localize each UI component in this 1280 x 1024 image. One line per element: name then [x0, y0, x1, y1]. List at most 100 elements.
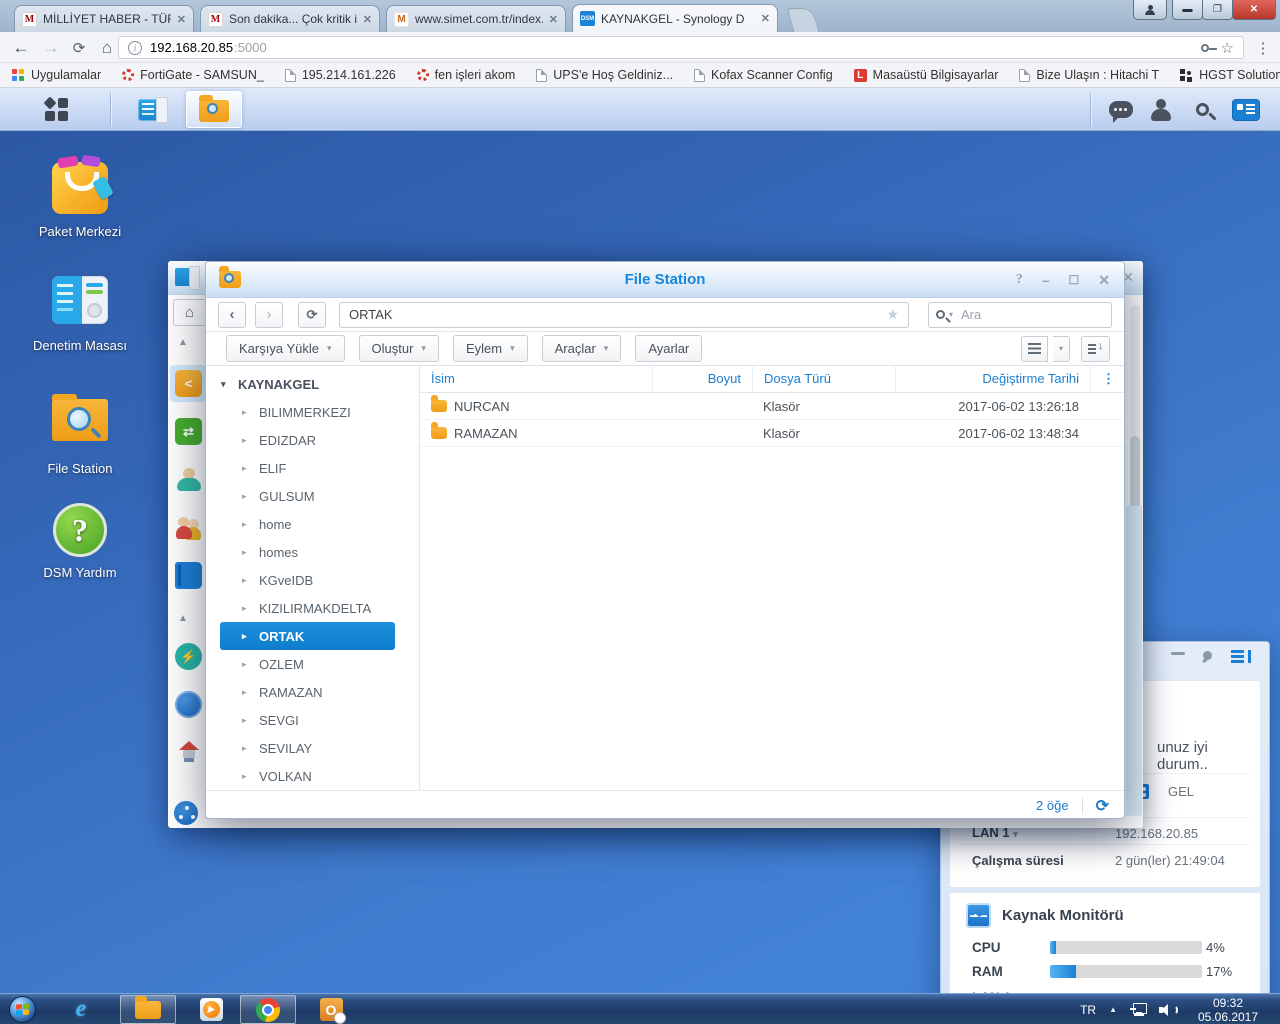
expand-arrow-icon[interactable]: ▸	[242, 491, 250, 502]
dsm-main-menu-button[interactable]	[16, 91, 96, 128]
taskbar-chrome-button[interactable]	[240, 995, 296, 1024]
section-collapse-icon[interactable]: ▲	[178, 613, 188, 624]
page-info-icon[interactable]: i	[128, 41, 142, 55]
taskbar-outlook-button[interactable]: O	[306, 995, 356, 1024]
tree-item[interactable]: ▸OZLEM	[206, 650, 419, 678]
language-indicator[interactable]: TR	[1080, 1003, 1096, 1017]
refresh-button[interactable]: ⟳	[298, 302, 326, 328]
tree-item[interactable]: ▸homes	[206, 538, 419, 566]
column-header-size[interactable]: Boyut	[652, 366, 752, 392]
tree-item[interactable]: ▸KGveIDB	[206, 566, 419, 594]
user-group-icon[interactable]	[175, 514, 202, 541]
control-panel-home-button[interactable]: ⌂	[173, 299, 205, 326]
expand-arrow-icon[interactable]: ▸	[242, 631, 250, 642]
bookmark-item[interactable]: FortiGate - SAMSUN_	[122, 68, 264, 82]
widget-pin-icon[interactable]	[1201, 649, 1217, 665]
column-header-type[interactable]: Dosya Türü	[752, 366, 895, 392]
browser-tab-1[interactable]: M MİLLİYET HABER - TÜRKİ ✕	[14, 5, 194, 32]
column-options-icon[interactable]: ⋮	[1090, 366, 1124, 392]
column-header-modified[interactable]: Değiştirme Tarihi	[895, 366, 1090, 392]
create-button[interactable]: Oluştur▾	[359, 335, 439, 362]
action-button[interactable]: Eylem▾	[453, 335, 528, 362]
browser-tab-4-active[interactable]: DSM KAYNAKGEL - Synology D ✕	[572, 4, 778, 32]
view-mode-caret[interactable]: ▾	[1053, 336, 1070, 362]
desktop-icon-denetim-masasi[interactable]: Denetim Masası	[32, 271, 128, 354]
maximize-icon[interactable]: ☐	[1069, 273, 1080, 287]
expand-arrow-icon[interactable]: ▸	[242, 603, 250, 614]
expand-arrow-icon[interactable]: ▸	[242, 407, 250, 418]
tree-item-selected-ortak[interactable]: ▸ORTAK	[220, 622, 395, 650]
back-button[interactable]: ‹	[218, 302, 246, 328]
window-restore-button[interactable]: ❐	[1202, 0, 1233, 20]
forward-button[interactable]: →	[38, 32, 64, 63]
tree-item[interactable]: ▸SEVGI	[206, 706, 419, 734]
taskbar-ie-button[interactable]: e	[56, 995, 106, 1024]
settings-button[interactable]: Ayarlar	[635, 335, 702, 362]
tree-item[interactable]: ▸KIZILIRMAKDELTA	[206, 594, 419, 622]
tree-item[interactable]: ▸BILIMMERKEZI	[206, 398, 419, 426]
file-station-titlebar[interactable]: File Station ? – ☐ ✕	[206, 262, 1124, 298]
dsm-widgets-button[interactable]	[1226, 88, 1266, 131]
forward-button[interactable]: ›	[255, 302, 283, 328]
network-icon[interactable]	[175, 739, 202, 766]
bookmark-star-icon[interactable]: ☆	[1221, 39, 1234, 57]
expand-arrow-icon[interactable]: ▸	[242, 519, 250, 530]
dsm-control-panel-task-button[interactable]	[122, 91, 180, 128]
help-icon[interactable]: ?	[1016, 272, 1023, 288]
search-field[interactable]: ▾ Ara	[928, 302, 1112, 328]
refresh-icon[interactable]: ⟳	[1096, 796, 1109, 816]
view-mode-button[interactable]	[1021, 336, 1048, 362]
browser-tab-3[interactable]: M www.simet.com.tr/index... ✕	[386, 5, 566, 32]
widget-minimize-icon[interactable]	[1171, 652, 1185, 655]
taskbar-clock[interactable]: 09:32 05.06.2017	[1186, 995, 1270, 1024]
window-close-button[interactable]: ✕	[1232, 0, 1276, 20]
dsm-user-button[interactable]	[1143, 88, 1179, 131]
tree-item[interactable]: ▸RAMAZAN	[206, 678, 419, 706]
browser-menu-icon[interactable]: ⋮	[1252, 32, 1274, 63]
password-key-icon[interactable]	[1201, 44, 1209, 52]
tab-close-icon[interactable]: ✕	[363, 13, 372, 26]
tools-button[interactable]: Araçlar▾	[542, 335, 622, 362]
section-collapse-icon[interactable]: ▲	[178, 337, 188, 348]
file-row-nurcan[interactable]: NURCAN Klasör 2017-06-02 13:26:18	[420, 393, 1124, 420]
bookmark-item[interactable]: fen işleri akom	[417, 68, 516, 82]
user-icon[interactable]	[175, 466, 202, 493]
reload-button[interactable]: ⟳	[66, 32, 92, 63]
sort-button[interactable]	[1081, 336, 1110, 362]
bookmark-item[interactable]: HGST Solutions | Hard	[1180, 68, 1280, 82]
show-hidden-icons-chevron[interactable]: ▲	[1109, 1005, 1117, 1014]
network-tray-icon[interactable]	[1130, 1003, 1146, 1017]
minimize-icon[interactable]: –	[1042, 272, 1050, 288]
bookmark-item[interactable]: Bize Ulaşın : Hitachi T	[1019, 68, 1159, 82]
taskbar-wmp-button[interactable]: ▶	[186, 995, 236, 1024]
tree-item[interactable]: ▸VOLKAN	[206, 762, 419, 790]
desktop-icon-dsm-yardim[interactable]: ? DSM Yardım	[32, 503, 128, 581]
tree-item[interactable]: ▸GULSUM	[206, 482, 419, 510]
tree-item[interactable]: ▸SEVILAY	[206, 734, 419, 762]
collapse-arrow-icon[interactable]: ▾	[221, 379, 229, 390]
expand-arrow-icon[interactable]: ▸	[242, 687, 250, 698]
expand-arrow-icon[interactable]: ▸	[242, 575, 250, 586]
tree-item[interactable]: ▸EDIZDAR	[206, 426, 419, 454]
tab-close-icon[interactable]: ✕	[761, 12, 770, 25]
home-button[interactable]: ⌂	[94, 32, 120, 63]
expand-arrow-icon[interactable]: ▸	[242, 463, 250, 474]
expand-arrow-icon[interactable]: ▸	[242, 547, 250, 558]
desktop-icon-file-station[interactable]: File Station	[32, 389, 128, 477]
chevron-down-icon[interactable]: ▾	[949, 310, 953, 319]
expand-arrow-icon[interactable]: ▸	[242, 743, 250, 754]
new-tab-button[interactable]	[787, 8, 820, 32]
tab-close-icon[interactable]: ✕	[177, 13, 186, 26]
taskbar-explorer-button[interactable]	[120, 995, 176, 1024]
bookmark-item[interactable]: UPS'e Hoş Geldiniz...	[536, 68, 673, 82]
window-minimize-button[interactable]: ▬	[1172, 0, 1203, 20]
path-field[interactable]: ORTAK ★	[339, 302, 909, 328]
external-access-icon[interactable]	[175, 691, 202, 718]
tree-item[interactable]: ▸home	[206, 510, 419, 538]
bookmark-item[interactable]: LMasaüstü Bilgisayarlar	[854, 68, 999, 82]
tree-item[interactable]: ▸ELIF	[206, 454, 419, 482]
dsm-notifications-button[interactable]	[1101, 88, 1141, 131]
file-services-icon[interactable]: ⇄	[175, 418, 202, 445]
address-bar[interactable]: i 192.168.20.85:5000 ☆	[118, 36, 1244, 59]
file-row-ramazan[interactable]: RAMAZAN Klasör 2017-06-02 13:48:34	[420, 420, 1124, 447]
